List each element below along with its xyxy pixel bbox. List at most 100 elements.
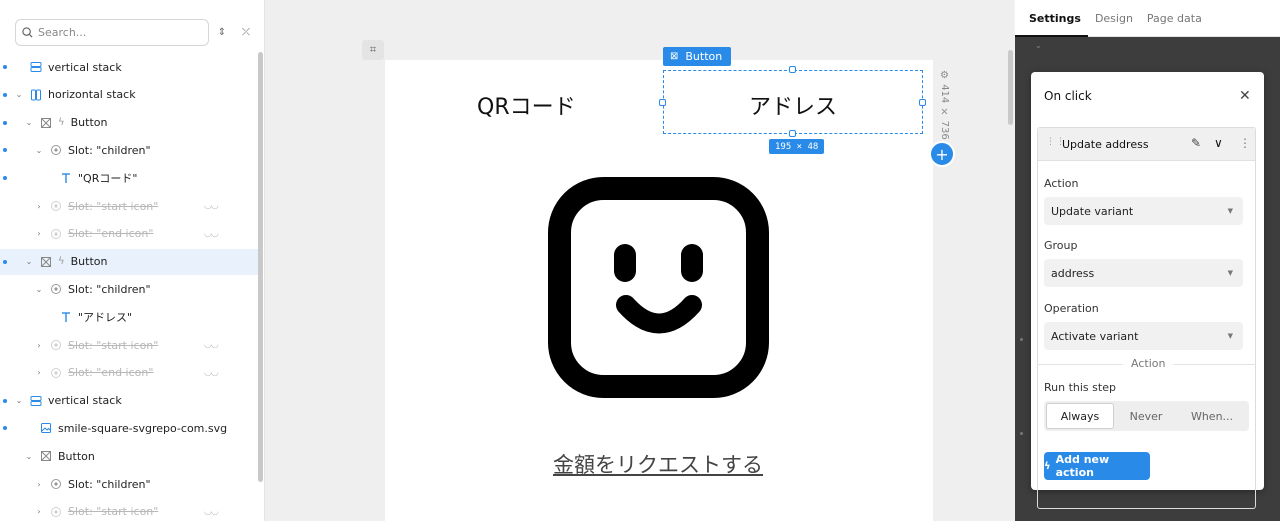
- layer-row[interactable]: ⌄ ϟ Button: [0, 248, 258, 275]
- group-select[interactable]: address ▼: [1044, 259, 1243, 287]
- add-new-action-button[interactable]: ϟ Add new action: [1044, 452, 1150, 480]
- more-icon[interactable]: ⋮: [1239, 136, 1251, 150]
- divider-label: Action: [1123, 357, 1174, 370]
- text-icon: [60, 172, 72, 184]
- layer-row[interactable]: "QRコード": [0, 165, 258, 191]
- resize-handle-right[interactable]: [919, 99, 926, 106]
- run-never-option[interactable]: Never: [1114, 403, 1178, 429]
- tab-settings[interactable]: Settings: [1015, 0, 1088, 37]
- layer-row[interactable]: ⌄ Button: [0, 443, 258, 469]
- action-select[interactable]: Update variant ▼: [1044, 197, 1243, 225]
- run-when-option[interactable]: When...: [1178, 403, 1246, 429]
- layer-row[interactable]: ⌄ ϟ Button: [0, 110, 258, 136]
- chevron-down-icon[interactable]: ⌄: [24, 118, 34, 127]
- chevron-down-icon[interactable]: ∨: [1214, 136, 1223, 150]
- visibility-dot: [3, 176, 7, 181]
- layer-label: horizontal stack: [48, 88, 136, 102]
- smile-square-image[interactable]: [548, 177, 769, 398]
- layer-row[interactable]: › Slot: "children": [0, 471, 258, 497]
- layers-scrollbar[interactable]: [258, 52, 263, 482]
- layer-row[interactable]: › Slot: "start icon" ◡◡: [0, 499, 258, 521]
- expand-all-icon[interactable]: ⇕: [215, 25, 229, 39]
- resize-handle-bottom[interactable]: [789, 130, 796, 137]
- layer-label: "QRコード": [78, 172, 138, 186]
- layer-row[interactable]: › Slot: "end icon" ◡◡: [0, 360, 258, 386]
- chevron-right-icon[interactable]: ›: [34, 368, 44, 377]
- request-amount-link[interactable]: 金額をリクエストする: [553, 449, 813, 479]
- tab-design[interactable]: Design: [1088, 0, 1140, 37]
- layer-label: Slot: "start icon": [68, 199, 159, 213]
- run-always-option[interactable]: Always: [1046, 403, 1114, 429]
- group-select-value: address: [1051, 266, 1095, 280]
- chevron-right-icon[interactable]: ›: [34, 341, 44, 350]
- selection-tag[interactable]: ⊠ Button: [663, 47, 732, 66]
- layer-label: "アドレス": [78, 311, 133, 325]
- text-icon: [60, 311, 72, 323]
- vertical-stack-icon: [30, 395, 42, 407]
- chevron-down-icon: ▼: [1227, 269, 1233, 277]
- selection-tag-label: Button: [685, 50, 723, 63]
- step-header[interactable]: ⋮⋮ Update address ✎ ∨ ⋮: [1038, 128, 1255, 161]
- chevron-down-icon[interactable]: ⌄: [1035, 41, 1042, 50]
- chevron-down-icon[interactable]: ⌄: [14, 396, 24, 405]
- group-label: Group: [1044, 239, 1078, 252]
- hidden-eye-icon[interactable]: ◡◡: [204, 201, 219, 211]
- collapse-all-icon[interactable]: ⤫: [239, 25, 253, 39]
- chevron-right-icon[interactable]: ›: [34, 229, 44, 238]
- button-component-icon: ⊠: [670, 51, 679, 62]
- layer-row[interactable]: smile-square-svgrepo-com.svg: [0, 415, 258, 441]
- chevron-down-icon[interactable]: ⌄: [34, 146, 44, 155]
- operation-select-value: Activate variant: [1051, 329, 1139, 343]
- chevron-right-icon[interactable]: ›: [34, 202, 44, 211]
- hidden-eye-icon[interactable]: ◡◡: [204, 368, 219, 378]
- layer-label: Slot: "children": [68, 143, 151, 157]
- chevron-right-icon[interactable]: ›: [34, 480, 44, 489]
- frame-icon[interactable]: ⌗: [362, 40, 384, 60]
- hidden-eye-icon[interactable]: ◡◡: [204, 507, 219, 517]
- operation-select[interactable]: Activate variant ▼: [1044, 322, 1243, 350]
- layer-row[interactable]: ⌄ horizontal stack: [0, 82, 258, 108]
- step-title: Update address: [1062, 138, 1149, 151]
- layer-row[interactable]: ⌄ Slot: "children": [0, 137, 258, 163]
- layer-label: Slot: "children": [68, 477, 151, 491]
- layer-label: smile-square-svgrepo-com.svg: [58, 421, 228, 435]
- chevron-right-icon[interactable]: ›: [34, 507, 44, 516]
- qr-code-button-label[interactable]: QRコード: [477, 89, 637, 121]
- slot-icon: [50, 283, 62, 295]
- resize-handle-top[interactable]: [789, 66, 796, 73]
- layer-label: Button: [70, 116, 108, 130]
- layer-search[interactable]: [15, 19, 209, 46]
- hidden-eye-icon[interactable]: ◡◡: [204, 229, 219, 239]
- layer-row[interactable]: ⌄ vertical stack: [0, 388, 258, 414]
- hidden-eye-icon[interactable]: ◡◡: [204, 340, 219, 350]
- search-input[interactable]: [38, 26, 188, 39]
- selection-outline[interactable]: [663, 70, 923, 134]
- layer-row[interactable]: ⌄ Slot: "children": [0, 276, 258, 302]
- gutter-dot: [1020, 338, 1023, 341]
- layer-row[interactable]: › Slot: "start icon" ◡◡: [0, 193, 258, 219]
- layer-row[interactable]: › Slot: "end icon" ◡◡: [0, 221, 258, 247]
- frame-size-label: ⚙ 414 × 736: [936, 70, 950, 140]
- canvas-scrollbar[interactable]: [1008, 50, 1013, 125]
- chevron-down-icon[interactable]: ⌄: [24, 452, 34, 461]
- layer-row[interactable]: "アドレス": [0, 304, 258, 330]
- button-component-icon: [40, 117, 52, 129]
- pencil-icon[interactable]: ✎: [1191, 136, 1201, 150]
- add-element-button[interactable]: +: [929, 141, 955, 167]
- visibility-dot: [3, 398, 7, 403]
- layer-row[interactable]: vertical stack: [0, 54, 258, 80]
- lightning-icon: ϟ: [58, 256, 65, 268]
- slot-icon: [50, 339, 62, 351]
- tab-page-data[interactable]: Page data: [1140, 0, 1209, 37]
- chevron-down-icon[interactable]: ⌄: [14, 90, 24, 99]
- close-icon[interactable]: ✕: [1239, 88, 1251, 104]
- layer-row[interactable]: › Slot: "start icon" ◡◡: [0, 332, 258, 358]
- app-root: ⇕ ⤫ vertical stack ⌄ horizontal stack ⌄ ϟ But…: [0, 0, 1280, 521]
- chevron-down-icon[interactable]: ⌄: [34, 285, 44, 294]
- run-step-label: Run this step: [1044, 381, 1116, 394]
- run-step-segmented: Always Never When...: [1044, 401, 1249, 431]
- resize-handle-left[interactable]: [659, 99, 666, 106]
- chevron-down-icon[interactable]: ⌄: [24, 257, 34, 266]
- visibility-dot: [3, 148, 7, 153]
- panel-tabs: Settings Design Page data: [1015, 0, 1280, 37]
